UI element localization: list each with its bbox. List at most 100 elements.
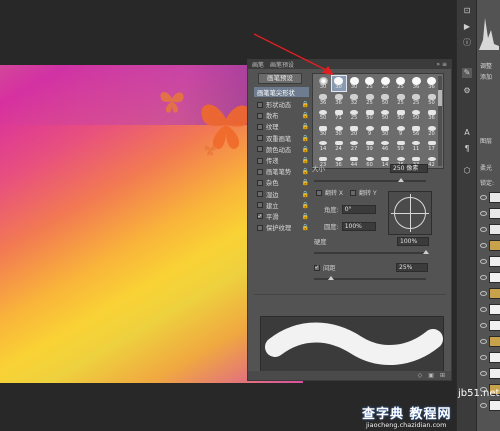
play-icon[interactable]: ▶ [462,22,472,32]
new-brush-icon[interactable]: ▣ [428,372,434,379]
tips-scrollbar[interactable] [438,76,442,166]
hardness-field[interactable]: 100% [397,237,429,246]
brush-tip[interactable]: 30 [316,123,330,138]
brush-option-checkbox[interactable] [257,146,263,153]
clone-source-icon[interactable]: ⚙ [462,86,472,96]
lock-icon[interactable]: 🔒 [302,202,309,209]
brush-tip[interactable]: 46 [378,138,392,153]
brush-tip-grid[interactable]: 30 30 30 25 25 25 36 36 36 36 32 25 50 25 25 50 50 71 25 50… [312,73,444,169]
brush-tip[interactable]: 50 [409,107,423,122]
layer-thumbnail[interactable] [489,320,500,331]
panel-grid-icon[interactable]: ⊞ [440,372,445,379]
brush-option-checkbox[interactable] [257,157,263,164]
layer-visibility-icon[interactable] [480,227,487,232]
brush-tip[interactable]: 50 [363,107,377,122]
brush-option-checkbox[interactable] [257,202,263,209]
brush-option-row[interactable]: 散布 🔒 [254,110,309,121]
brush-option-row[interactable]: 双重画笔 🔒 [254,133,309,144]
brush-tip[interactable]: 50 [378,92,392,107]
character-icon[interactable]: A [462,128,472,138]
brush-option-row[interactable]: 颜色动态 🔒 [254,144,309,155]
brush-tip[interactable]: 25 [363,76,377,91]
layer-thumbnail[interactable] [489,368,500,379]
brush-tip[interactable]: 36 [332,92,346,107]
spacing-slider-knob[interactable] [328,276,334,280]
brush-tip[interactable]: 25 [394,92,408,107]
brush-option-checkbox[interactable] [257,135,263,142]
brush-option-row[interactable]: 画笔笔尖形状 [254,87,309,97]
brush-option-row[interactable]: 形状动态 🔒 [254,99,309,110]
size-value-field[interactable]: 250 像素 [390,163,428,173]
3d-icon[interactable]: ⬡ [462,166,472,176]
brush-tip[interactable]: 11 [409,138,423,153]
lock-icon[interactable]: 🔒 [302,112,309,119]
layer-thumbnail[interactable] [489,272,500,283]
brush-tip[interactable]: 17 [425,138,439,153]
layer-thumbnail[interactable] [489,192,500,203]
brush-tip[interactable]: 25 [394,76,408,91]
blend-mode-select[interactable]: 柔光 [480,163,492,172]
layer-thumbnail[interactable] [489,224,500,235]
layer-thumbnail[interactable] [489,304,500,315]
brush-tip[interactable]: 25 [409,92,423,107]
layer-thumbnail[interactable] [489,240,500,251]
brush-tip[interactable]: 9 [394,123,408,138]
brush-panel-icon[interactable]: ✎ [462,68,472,78]
brush-tip[interactable]: 24 [332,138,346,153]
brush-tip[interactable]: 59 [394,138,408,153]
layer-visibility-icon[interactable] [480,211,487,216]
brush-option-checkbox[interactable] [257,191,263,198]
flip-y-checkbox[interactable] [350,189,357,196]
brush-tip[interactable]: 39 [363,138,377,153]
layer-thumbnail[interactable] [489,288,500,299]
layer-thumbnail[interactable] [489,336,500,347]
lock-icon[interactable]: 🔒 [302,101,309,108]
lock-icon[interactable]: 🔒 [302,213,309,220]
spacing-checkbox[interactable]: ✓ [314,264,320,271]
brush-tip[interactable]: 9 [363,123,377,138]
brush-tip[interactable]: 20 [425,123,439,138]
layer-visibility-icon[interactable] [480,403,487,408]
layer-visibility-icon[interactable] [480,371,487,376]
brush-tip[interactable]: 36 [425,76,439,91]
brush-tip[interactable]: 32 [347,92,361,107]
lock-icon[interactable]: 🔒 [302,179,309,186]
brush-option-checkbox[interactable] [257,123,263,130]
flip-x-checkbox[interactable] [316,189,322,196]
lock-icon[interactable]: 🔒 [302,168,309,175]
brush-tip[interactable]: 50 [316,107,330,122]
brush-option-checkbox[interactable] [257,112,263,119]
roundness-field[interactable]: 100% [341,222,376,231]
paragraph-icon[interactable]: ¶ [462,144,472,154]
layer-visibility-icon[interactable] [480,243,487,248]
layer-visibility-icon[interactable] [480,275,487,280]
brush-tip[interactable]: 50 [378,107,392,122]
tips-scroll-thumb[interactable] [438,90,442,106]
brush-tip[interactable]: 25 [378,76,392,91]
brush-visibility-icon[interactable]: ◇ [418,372,423,379]
brush-tip[interactable]: 14 [316,138,330,153]
brush-option-checkbox[interactable] [257,168,263,175]
layer-visibility-icon[interactable] [480,339,487,344]
brush-option-row[interactable]: 画笔笔势 🔒 [254,166,309,177]
layer-thumbnail[interactable] [489,352,500,363]
lock-icon[interactable]: 🔒 [302,146,309,153]
layer-visibility-icon[interactable] [480,259,487,264]
layer-thumbnail[interactable] [489,208,500,219]
hardness-slider-knob[interactable] [423,250,429,254]
brush-option-row[interactable]: ✓ 平滑 🔒 [254,211,309,222]
brush-option-checkbox[interactable]: ✓ [257,213,263,220]
history-icon[interactable]: ⊡ [462,6,472,16]
lock-icon[interactable]: 🔒 [302,191,309,198]
brush-tip[interactable]: 20 [347,123,361,138]
layer-visibility-icon[interactable] [480,291,487,296]
spacing-field[interactable]: 25% [396,263,428,272]
hardness-slider-track[interactable] [314,252,426,254]
brush-option-row[interactable]: 建立 🔒 [254,200,309,211]
brush-tip[interactable]: 56 [409,123,423,138]
size-slider-knob[interactable] [398,178,404,182]
lock-icon[interactable]: 🔒 [302,157,309,164]
brush-tip[interactable]: 25 [347,107,361,122]
brush-tip[interactable]: 36 [316,92,330,107]
lock-icon[interactable]: 🔒 [302,123,309,130]
